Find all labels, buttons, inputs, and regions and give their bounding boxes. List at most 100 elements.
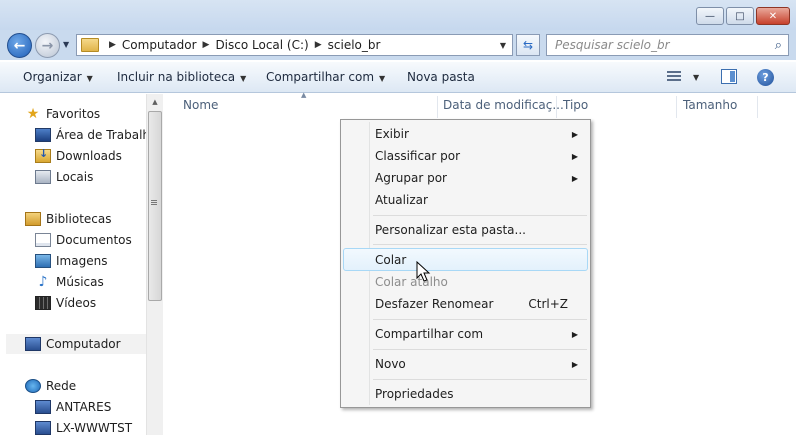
include-in-library-label: Incluir na biblioteca: [117, 70, 236, 84]
title-bar: — □ ✕: [0, 0, 796, 30]
column-divider[interactable]: [556, 96, 557, 118]
search-box[interactable]: Pesquisar scielo_br ⌕: [546, 34, 789, 56]
sidebar-item-label: Documentos: [56, 233, 132, 247]
sidebar-item-label: Bibliotecas: [46, 212, 112, 226]
help-icon[interactable]: ?: [757, 69, 774, 86]
back-button[interactable]: ←: [7, 33, 32, 58]
menu-item-shortcut: Ctrl+Z: [528, 297, 568, 311]
help-glyph: ?: [762, 71, 769, 84]
menu-separator: [373, 319, 587, 320]
sidebar-item-locais[interactable]: Locais: [35, 167, 93, 187]
sidebar-item-antares[interactable]: ANTARES: [35, 397, 111, 417]
menu-item-exibir[interactable]: Exibir ▶: [343, 123, 588, 145]
navigation-pane: ★ Favoritos Área de Trabalho Downloads L…: [0, 94, 146, 435]
share-with-button[interactable]: Compartilhar com ▼: [266, 70, 385, 84]
menu-item-desfazer-renomear[interactable]: Desfazer Renomear Ctrl+Z: [343, 293, 588, 315]
column-divider[interactable]: [676, 96, 677, 118]
column-header-type[interactable]: Tipo: [563, 98, 588, 116]
menu-item-propriedades[interactable]: Propriedades: [343, 383, 588, 405]
sidebar-item-computador[interactable]: Computador: [6, 334, 146, 354]
navigation-pane-scrollbar[interactable]: ▲: [146, 94, 163, 435]
back-arrow-icon: ←: [13, 37, 26, 54]
menu-item-personalizar-esta-pasta[interactable]: Personalizar esta pasta...: [343, 219, 588, 241]
breadcrumb-scielo-br[interactable]: scielo_br: [328, 38, 381, 52]
menu-item-label: Colar atalho: [375, 275, 448, 289]
sidebar-item-label: Vídeos: [56, 296, 97, 310]
column-divider[interactable]: [437, 96, 438, 118]
menu-item-classificar-por[interactable]: Classificar por ▶: [343, 145, 588, 167]
menu-separator: [373, 215, 587, 216]
mouse-cursor-icon: [416, 261, 431, 282]
sidebar-item-area-de-trabalho[interactable]: Área de Trabalho: [35, 125, 146, 145]
network-host-icon: [35, 400, 51, 414]
sidebar-item-label: Computador: [46, 337, 121, 351]
breadcrumb-separator-icon[interactable]: ▶: [203, 40, 210, 50]
documents-icon: [35, 233, 51, 247]
navigation-bar: ← → ▼ ▶ Computador ▶ Disco Local (C:) ▶ …: [0, 30, 796, 60]
menu-item-label: Atualizar: [375, 193, 428, 207]
menu-item-novo[interactable]: Novo ▶: [343, 353, 588, 375]
sidebar-item-bibliotecas[interactable]: Bibliotecas: [25, 209, 111, 229]
sidebar-item-musicas[interactable]: ♪ Músicas: [35, 272, 104, 292]
include-in-library-button[interactable]: Incluir na biblioteca ▼: [117, 70, 246, 84]
sidebar-item-favoritos[interactable]: ★ Favoritos: [25, 104, 100, 124]
menu-item-colar[interactable]: Colar: [343, 248, 588, 271]
submenu-arrow-icon: ▶: [571, 151, 578, 161]
change-view-icon[interactable]: [667, 71, 681, 83]
new-folder-label: Nova pasta: [407, 70, 475, 84]
sidebar-item-imagens[interactable]: Imagens: [35, 251, 107, 271]
menu-item-label: Novo: [375, 357, 406, 371]
menu-item-compartilhar-com[interactable]: Compartilhar com ▶: [343, 323, 588, 345]
menu-separator: [373, 244, 587, 245]
breadcrumb-computador[interactable]: Computador: [122, 38, 197, 52]
column-divider[interactable]: [757, 96, 758, 118]
desktop-icon: [35, 128, 51, 142]
minimize-button[interactable]: —: [696, 7, 724, 25]
recent-pages-dropdown[interactable]: ▼: [63, 40, 69, 49]
sidebar-item-lx-wwwtst[interactable]: LX-WWWTST: [35, 418, 132, 435]
minimize-icon: —: [705, 10, 715, 22]
maximize-button[interactable]: □: [726, 7, 754, 25]
refresh-button[interactable]: ⇆: [516, 34, 540, 56]
network-host-icon: [35, 421, 51, 435]
menu-item-label: Agrupar por: [375, 171, 447, 185]
share-with-label: Compartilhar com: [266, 70, 375, 84]
organize-menu-button[interactable]: Organizar ▼: [23, 70, 93, 84]
sidebar-item-label: ANTARES: [56, 400, 112, 414]
address-history-dropdown-icon[interactable]: ▼: [500, 41, 506, 50]
menu-item-atualizar[interactable]: Atualizar: [343, 189, 588, 211]
column-header-size[interactable]: Tamanho: [683, 98, 737, 116]
refresh-icon: ⇆: [522, 38, 534, 52]
close-button[interactable]: ✕: [756, 7, 790, 25]
sidebar-item-label: Locais: [56, 170, 94, 184]
chevron-down-icon: ▼: [86, 74, 93, 83]
new-folder-button[interactable]: Nova pasta: [407, 70, 475, 84]
preview-pane-icon[interactable]: [721, 69, 737, 84]
menu-item-label: Desfazer Renomear: [375, 297, 494, 311]
menu-item-agrupar-por[interactable]: Agrupar por ▶: [343, 167, 588, 189]
forward-button[interactable]: →: [35, 33, 60, 58]
breadcrumb-separator-icon[interactable]: ▶: [315, 40, 322, 50]
sidebar-item-label: LX-WWWTST: [56, 421, 133, 435]
scrollbar-thumb[interactable]: [148, 111, 162, 301]
sidebar-item-videos[interactable]: Vídeos: [35, 293, 96, 313]
sidebar-item-label: Rede: [46, 379, 77, 393]
downloads-icon: [35, 147, 51, 163]
menu-item-label: Classificar por: [375, 149, 461, 163]
column-header-date-modified[interactable]: Data de modificaç...: [443, 98, 564, 116]
sidebar-item-documentos[interactable]: Documentos: [35, 230, 132, 250]
menu-item-label: Colar: [375, 252, 407, 267]
scroll-up-icon[interactable]: ▲: [147, 94, 163, 110]
pictures-icon: [35, 254, 51, 268]
breadcrumb-separator-icon[interactable]: ▶: [109, 40, 116, 50]
breadcrumb-disco-local[interactable]: Disco Local (C:): [215, 38, 308, 52]
column-header-name[interactable]: Nome: [183, 98, 218, 116]
sidebar-item-rede[interactable]: Rede: [25, 376, 76, 396]
search-icon[interactable]: ⌕: [775, 38, 782, 53]
menu-item-label: Propriedades: [375, 387, 454, 401]
address-bar[interactable]: ▶ Computador ▶ Disco Local (C:) ▶ scielo…: [76, 34, 513, 56]
menu-separator: [373, 349, 587, 350]
sidebar-item-downloads[interactable]: Downloads: [35, 146, 122, 166]
view-options-dropdown-icon[interactable]: ▼: [693, 73, 699, 82]
search-placeholder: Pesquisar scielo_br: [555, 38, 670, 52]
